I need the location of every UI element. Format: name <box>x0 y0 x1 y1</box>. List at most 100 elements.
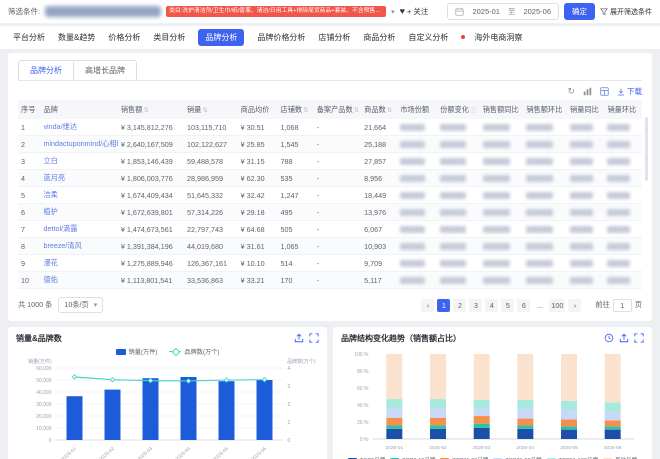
legend-item-line[interactable]: 品牌数(万个) <box>169 347 219 356</box>
column-header-11: 销售额环比 <box>523 100 567 119</box>
brand-link[interactable]: 洁柔 <box>43 190 57 199</box>
main-tab-3[interactable]: 类目分析 <box>153 32 185 43</box>
brand-link[interactable]: vinda/维达 <box>43 122 77 131</box>
column-header-2[interactable]: 销售额⇅ <box>118 100 184 119</box>
table-scrollbar[interactable] <box>645 117 648 181</box>
legend-item-bar[interactable]: 销量(万件) <box>116 347 158 356</box>
page-button-5[interactable]: 5 <box>501 299 514 312</box>
main-tab-7[interactable]: 商品分析 <box>363 32 395 43</box>
cell-blurred <box>523 238 567 255</box>
download-button[interactable]: 下载 <box>617 86 642 97</box>
filter-label: 筛选条件: <box>8 6 40 17</box>
blurred-value <box>440 209 466 216</box>
fullscreen-icon[interactable] <box>634 333 644 343</box>
cell-registered: - <box>314 170 361 187</box>
sort-icon[interactable]: ⇅ <box>202 107 207 114</box>
brand-link[interactable]: 立白 <box>43 156 57 165</box>
cell-registered: - <box>314 255 361 272</box>
analytics-dashboard: 筛选条件: 类目:洗护清洁剂/卫生巾/纸/香薰、清洁/日用工具+排除尾货商品+套… <box>0 0 660 459</box>
filter-selected-blurred[interactable] <box>45 6 161 17</box>
refresh-icon[interactable]: ↻ <box>567 86 575 97</box>
cell-volume: 57,314,226 <box>184 204 238 221</box>
cell-blurred <box>604 221 642 238</box>
blurred-value <box>570 124 593 131</box>
page-ellipsis[interactable]: ... <box>533 299 546 312</box>
sub-tab-0[interactable]: 品牌分析 <box>18 60 74 80</box>
page-size-select[interactable]: 10条/页 ▾ <box>58 297 103 313</box>
sub-tab-1[interactable]: 高增长品牌 <box>74 60 137 80</box>
cell-products: 9,709 <box>361 255 397 272</box>
chart-view-icon[interactable] <box>583 87 592 96</box>
brand-link[interactable]: 植护 <box>43 207 57 216</box>
cell-blurred <box>523 272 567 289</box>
info-icon[interactable]: ⓘ <box>470 107 477 114</box>
cell-shops: 1,545 <box>278 136 314 153</box>
date-start[interactable]: 2025-01 <box>472 7 500 16</box>
main-tab-5[interactable]: 品牌价格分析 <box>257 32 305 43</box>
heart-icon: ♥ <box>400 7 405 16</box>
svg-text:2025-04: 2025-04 <box>175 446 192 459</box>
goto-page-input[interactable] <box>613 299 632 312</box>
brand-link[interactable]: mindactuponmind/心相印 <box>43 139 117 148</box>
page-button-6[interactable]: 6 <box>517 299 530 312</box>
blurred-value <box>607 141 630 148</box>
column-header-6[interactable]: 备案产品数⇅ <box>314 100 361 119</box>
main-tab-8[interactable]: 自定义分析 <box>408 32 448 43</box>
column-header-3[interactable]: 销量⇅ <box>184 100 238 119</box>
sort-icon[interactable]: ⇅ <box>387 107 392 114</box>
chevron-down-icon[interactable]: ▾ <box>391 8 395 16</box>
main-tab-4[interactable]: 品牌分析 <box>198 29 244 46</box>
sort-icon[interactable]: ⇅ <box>143 107 148 114</box>
main-tab-10[interactable]: 海外电商洞察 <box>474 32 522 43</box>
blurred-value <box>526 243 553 250</box>
history-clock-icon[interactable] <box>604 333 614 343</box>
fullscreen-icon[interactable] <box>309 333 319 343</box>
column-header-7[interactable]: 商品数⇅ <box>361 100 397 119</box>
follow-button[interactable]: ♥ + 关注 <box>400 6 429 17</box>
row-index: 7 <box>18 221 40 238</box>
brand-link[interactable]: 漫花 <box>43 258 57 267</box>
blurred-value <box>400 158 424 165</box>
main-tab-1[interactable]: 数量&趋势 <box>58 32 95 43</box>
column-header-5[interactable]: 店铺数⇅ <box>278 100 314 119</box>
brand-link[interactable]: 德佑 <box>43 275 57 284</box>
next-page-button[interactable]: › <box>568 299 581 312</box>
main-tab-2[interactable]: 价格分析 <box>108 32 140 43</box>
main-tab-6[interactable]: 店铺分析 <box>318 32 350 43</box>
cell-blurred <box>397 204 437 221</box>
page-button-1[interactable]: 1 <box>437 299 450 312</box>
sort-icon[interactable]: ⇅ <box>354 107 359 114</box>
export-icon[interactable] <box>619 333 629 343</box>
cell-products: 27,857 <box>361 153 397 170</box>
svg-text:60,000: 60,000 <box>36 366 52 372</box>
blurred-value <box>526 260 553 267</box>
brand-link[interactable]: 蓝月亮 <box>43 173 65 182</box>
cell-shops: 788 <box>278 153 314 170</box>
svg-text:3: 3 <box>288 384 291 390</box>
cell-blurred <box>604 187 642 204</box>
sort-icon[interactable]: ⇅ <box>303 107 308 114</box>
main-tab-0[interactable]: 平台分析 <box>13 32 45 43</box>
date-range-picker[interactable]: 2025-01 至 2025-06 <box>447 3 559 20</box>
page-button-2[interactable]: 2 <box>453 299 466 312</box>
brand-link[interactable]: breeze/清风 <box>43 241 81 250</box>
prev-page-button[interactable]: ‹ <box>421 299 434 312</box>
cell-blurred <box>397 153 437 170</box>
expand-filters-link[interactable]: 展开筛选条件 <box>600 7 652 17</box>
date-end[interactable]: 2025-06 <box>523 7 551 16</box>
page-button-4[interactable]: 4 <box>485 299 498 312</box>
cell-blurred <box>523 221 567 238</box>
export-icon[interactable] <box>294 333 304 343</box>
column-header-12: 销量同比 <box>567 100 604 119</box>
page-button-100[interactable]: 100 <box>549 299 565 312</box>
cell-blurred <box>480 238 524 255</box>
brand-link[interactable]: dettol/滴露 <box>43 224 77 233</box>
category-filter-tag[interactable]: 类目:洗护清洁剂/卫生巾/纸/香薰、清洁/日用工具+排除尾货商品+套装、不含预售… <box>166 6 386 17</box>
blurred-value <box>607 175 630 182</box>
cell-blurred <box>567 255 604 272</box>
page-button-3[interactable]: 3 <box>469 299 482 312</box>
column-settings-icon[interactable] <box>600 87 609 96</box>
confirm-button[interactable]: 确定 <box>564 3 595 20</box>
cell-sales: ¥ 1,672,639,801 <box>118 204 184 221</box>
cell-shops: 1,247 <box>278 187 314 204</box>
